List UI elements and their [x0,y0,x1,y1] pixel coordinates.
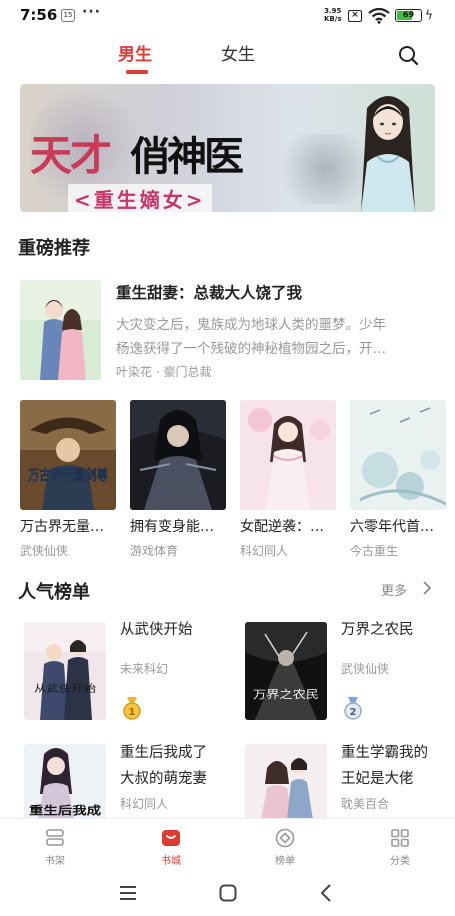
featured-book-meta: 叶染花 · 豪门总裁 [116,363,212,380]
rank-number: 1 [129,707,136,718]
banner-subtitle: <重生嫡女> [68,184,212,212]
ranking-book-cover[interactable]: 从武侠开始 [24,622,106,720]
promo-banner[interactable]: 天才 俏神医 <重生嫡女> [20,84,435,212]
ranking-cover-text: 万界之农民 [253,687,319,701]
featured-book-cover[interactable] [20,280,101,380]
grid-book-item[interactable]: 拥有变身能… 游戏体育 [130,400,226,559]
grid-book-tag: 游戏体育 [130,544,179,558]
tab-male[interactable]: 男生 [118,40,152,65]
grid-book-cover: 万古界无量剑尊 [20,400,116,510]
rank-1-medal-icon: 1 [123,697,141,720]
ranking-icon [275,828,295,848]
no-sim-icon: × [348,10,362,22]
grid-book-item[interactable]: 万古界无量剑尊 万古界无量… 武侠仙侠 [20,400,116,559]
ranking-book-title-line2: 大叔的萌宠妻 [120,771,207,787]
more-link[interactable]: 更多 [381,580,407,599]
featured-desc-line: 杨逸获得了一个残破的神秘植物园之后，开… [116,341,386,357]
grid-book-cover [130,400,226,510]
bookstore-icon [162,830,180,846]
grid-book-tag: 科幻同人 [240,544,289,558]
network-speed-value: 3.95 [324,7,342,15]
section-title-featured: 重磅推荐 [18,238,90,259]
ranking-book-tag: 未来科幻 [120,662,169,676]
rank-number: 2 [350,707,357,718]
grid-book-title: 女配逆袭：… [240,519,324,535]
status-bar: 7:56 15 ··· 3.95 KB/s × 69 ϟ [0,0,455,34]
network-speed: 3.95 KB/s [324,7,341,23]
bottom-navigation: 书架 书城 榜单 分类 [0,818,455,870]
ranking-cover-image: 万界之农民 [245,622,327,720]
menu-icon[interactable] [117,882,139,904]
ranking-cover-image [245,744,327,820]
system-navigation-bar [0,870,455,916]
bookshelf-icon [46,829,64,846]
ranking-book-title-line2: 王妃是大佬 [341,771,414,787]
chevron-right-icon[interactable] [422,580,432,596]
ranking-book-tag: 耽美百合 [341,797,390,811]
active-tab-indicator [126,70,148,74]
featured-book-category: 豪门总裁 [163,365,212,379]
tab-female[interactable]: 女生 [221,40,255,65]
featured-book-title[interactable]: 重生甜妻：总裁大人饶了我 [116,281,302,303]
grid-cover-image: 万古界无量剑尊 [20,400,116,510]
ranking-cover-text: 从武侠开始 [34,682,96,695]
network-speed-unit: KB/s [324,15,342,23]
grid-cover-image [350,400,446,510]
nav-item-bookshelf[interactable]: 书架 [25,827,85,867]
grid-book-cover [350,400,446,510]
home-icon[interactable] [217,882,239,904]
wifi-icon [368,8,390,24]
nav-label: 分类 [390,856,410,867]
section-title-ranking: 人气榜单 [18,582,90,603]
ranking-book-title[interactable]: 从武侠开始 [120,617,193,643]
grid-book-tag: 武侠仙侠 [20,544,69,558]
ranking-cover-image: 重生后我成 [24,744,106,820]
nav-label: 榜单 [275,856,295,867]
battery-icon: 69 [395,9,422,22]
grid-cover-image [240,400,336,510]
calendar-badge-icon: 15 [61,9,75,22]
grid-book-title: 六零年代首… [350,519,434,535]
nav-label: 书架 [45,856,65,867]
grid-book-item[interactable]: 女配逆袭：… 科幻同人 [240,400,336,559]
banner-title-part2: 俏神医 [130,133,244,180]
featured-cover-image [20,280,101,380]
charging-icon: ϟ [425,8,433,22]
ranking-book-cover[interactable] [245,744,327,820]
status-time: 7:56 [20,6,58,24]
ranking-book-title[interactable]: 重生后我成了 [120,740,207,766]
ranking-book-tag: 武侠仙侠 [341,662,390,676]
back-icon[interactable] [316,882,338,904]
featured-book-description: 大灾变之后，鬼族成为地球人类的噩梦。少年 杨逸获得了一个残破的神秘植物园之后，开… [116,313,434,361]
rank-2-medal-icon: 2 [344,697,362,720]
category-icon [391,829,409,847]
ranking-cover-image: 从武侠开始 [24,622,106,720]
banner-character-illustration [361,96,415,212]
featured-desc-line: 大灾变之后，鬼族成为地球人类的噩梦。少年 [116,317,386,333]
grid-book-title: 万古界无量… [20,519,104,535]
grid-book-tag: 今古重生 [350,544,399,558]
ranking-book-cover[interactable]: 万界之农民 [245,622,327,720]
ranking-book-title[interactable]: 重生学霸我的 [341,740,428,766]
featured-book-author: 叶染花 [116,365,153,379]
ranking-book-title[interactable]: 万界之农民 [341,617,414,643]
ranking-cover-text: 重生后我成 [29,803,101,817]
banner-title-part1: 天才 [30,131,112,180]
gender-tabs: 男生 女生 [0,34,455,82]
grid-book-item[interactable]: 六零年代首… 今古重生 [350,400,446,559]
grid-cover-image [130,400,226,510]
nav-item-ranking[interactable]: 榜单 [255,827,315,867]
meta-separator: · [155,365,160,379]
search-icon[interactable] [397,44,419,66]
ranking-book-tag: 科幻同人 [120,797,169,811]
grid-book-title: 拥有变身能… [130,519,214,535]
nav-item-category[interactable]: 分类 [370,827,430,867]
battery-level: 69 [402,10,415,19]
grid-cover-text: 万古界无量剑尊 [27,467,108,484]
grid-book-cover [240,400,336,510]
nav-label: 书城 [161,856,181,867]
nav-item-bookstore[interactable]: 书城 [141,827,201,867]
more-notifications-icon: ··· [82,4,101,20]
ranking-book-cover[interactable]: 重生后我成 [24,744,106,820]
